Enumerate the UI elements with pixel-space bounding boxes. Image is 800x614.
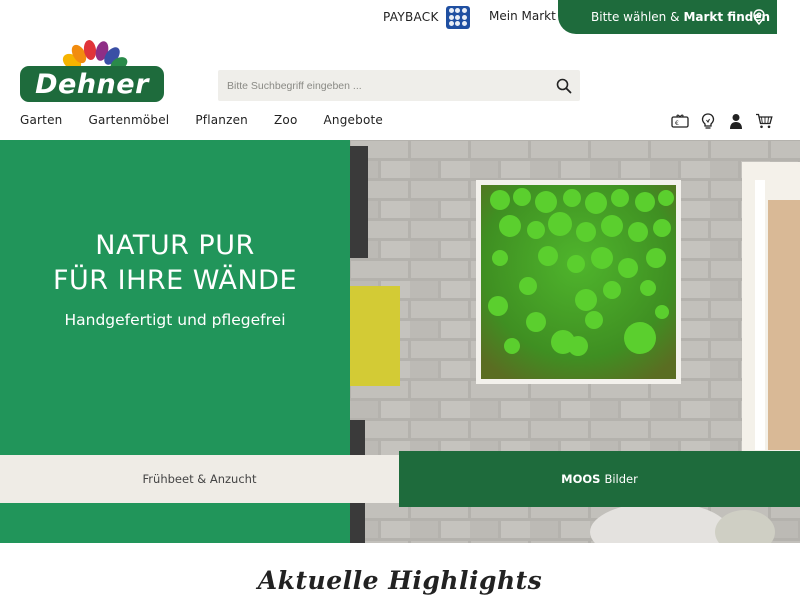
- payback-label: PAYBACK: [383, 10, 439, 24]
- cart-button[interactable]: [754, 112, 774, 130]
- header-icons: €: [670, 112, 774, 130]
- markt-finden-prefix: Bitte wählen &: [591, 10, 680, 24]
- logo-badge: Dehner: [20, 66, 164, 102]
- hero-title-line2: FÜR IHRE WÄNDE: [52, 265, 298, 296]
- user-icon: [730, 114, 742, 129]
- hero-subtitle: Handgefertigt und pflegefrei: [64, 311, 286, 329]
- nav-item-angebote[interactable]: Angebote: [324, 113, 383, 129]
- hero-title-line1: NATUR PUR: [95, 230, 255, 261]
- section-heading-highlights: Aktuelle Highlights: [257, 566, 543, 595]
- logo-text: Dehner: [35, 68, 149, 100]
- nav-item-pflanzen[interactable]: Pflanzen: [195, 113, 248, 129]
- hero-banner[interactable]: NATUR PUR FÜR IHRE WÄNDE Handgefertigt u…: [0, 140, 800, 543]
- location-pin-icon: [753, 9, 765, 25]
- top-utility-bar: PAYBACK Mein Markt Bitte wählen & Markt …: [0, 0, 800, 34]
- hero-tab-moos-bold: MOOS: [561, 472, 601, 486]
- nav-item-gartenmoebel[interactable]: Gartenmöbel: [88, 113, 169, 129]
- search-bar: [218, 70, 580, 101]
- payback-logo-icon: [445, 5, 470, 29]
- hero-tab-fruehbeet[interactable]: Frühbeet & Anzucht: [0, 455, 399, 503]
- mein-markt-link[interactable]: Mein Markt: [489, 9, 556, 23]
- gift-card-icon: €: [671, 114, 689, 128]
- account-button[interactable]: [726, 112, 746, 130]
- ideas-button[interactable]: [698, 112, 718, 130]
- search-icon: [556, 78, 572, 93]
- search-button[interactable]: [548, 70, 580, 101]
- cart-icon: [756, 113, 773, 129]
- lightbulb-icon: [701, 112, 715, 129]
- gift-card-button[interactable]: €: [670, 112, 690, 130]
- hero-tab-moos-label: Bilder: [604, 472, 638, 486]
- payback-link[interactable]: PAYBACK: [383, 5, 470, 29]
- dehner-logo[interactable]: Dehner: [20, 40, 164, 102]
- hero-tab-moos-bilder[interactable]: MOOS Bilder: [399, 451, 800, 507]
- svg-text:€: €: [675, 120, 679, 127]
- nav-item-zoo[interactable]: Zoo: [274, 113, 298, 129]
- search-input[interactable]: [218, 70, 548, 101]
- markt-finden-button[interactable]: Bitte wählen & Markt finden: [558, 0, 777, 34]
- hero-title: NATUR PUR FÜR IHRE WÄNDE: [0, 228, 350, 298]
- main-navigation: Garten Gartenmöbel Pflanzen Zoo Angebote: [20, 113, 409, 129]
- nav-item-garten[interactable]: Garten: [20, 113, 62, 129]
